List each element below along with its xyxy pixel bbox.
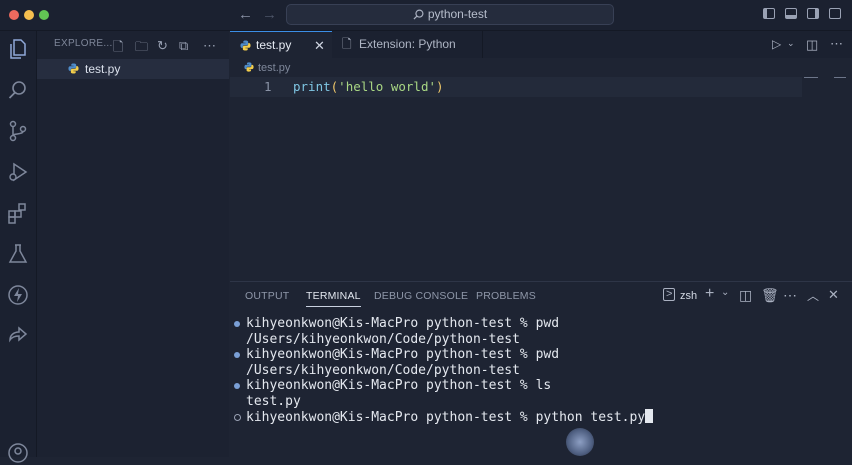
touch-pointer-indicator [566,428,594,456]
editor-area: test.py ✕ 🗋 Extension: Python ▷ ⌄ ◫ ⋯ te… [230,31,852,281]
remote-share-icon[interactable] [6,324,30,348]
tab-problems[interactable]: PROBLEMS [476,290,536,302]
close-tab-icon[interactable]: ✕ [314,32,325,59]
code-function: print [293,79,331,94]
account-icon[interactable] [6,441,30,465]
tab-debug-console[interactable]: DEBUG CONSOLE [374,290,468,302]
run-debug-icon[interactable] [6,160,30,184]
refresh-icon[interactable]: ↻ [157,38,168,54]
code-close-paren: ) [436,79,444,94]
more-actions-icon[interactable]: ⋯ [203,38,217,54]
search-icon[interactable] [6,78,30,102]
terminal-line-text: kihyeonkwon@Kis-MacPro python-test % pwd [246,316,560,331]
extensions-icon[interactable] [6,201,30,225]
terminal-line: kihyeonkwon@Kis-MacPro python-test % pwd [246,316,559,331]
terminal-line: test.py [246,394,301,409]
customize-layout-icon[interactable] [829,8,841,19]
terminal-cursor [645,409,654,423]
terminal-line: kihyeonkwon@Kis-MacPro python-test % pwd [246,347,559,362]
explorer-icon[interactable] [6,37,30,61]
tab-terminal[interactable]: TERMINAL [306,290,361,307]
explorer-sidebar: EXPLORE... 🗋 🗀 ↻ ⧉ ⋯ test.py [37,31,229,457]
terminal-line-text: kihyeonkwon@Kis-MacPro python-test % pyt… [246,410,646,425]
code-text: print('hello world') [293,79,444,94]
editor-tabs: test.py ✕ 🗋 Extension: Python ▷ ⌄ ◫ ⋯ [230,31,852,58]
terminal-line-text: kihyeonkwon@Kis-MacPro python-test % ls [246,378,552,393]
search-text: python-test [427,7,488,21]
close-panel-icon[interactable]: ✕ [828,287,839,303]
breadcrumb[interactable]: test.py [244,62,290,74]
back-arrow-icon[interactable]: ← [238,6,253,23]
document-icon: 🗋 [342,37,352,51]
maximize-panel-chevron-icon[interactable]: ︿ [807,287,819,304]
python-file-icon [68,63,79,74]
python-file-icon [244,62,254,72]
forward-arrow-icon[interactable]: → [262,6,277,23]
split-terminal-icon[interactable]: ◫ [739,287,752,304]
line-number: 1 [264,79,272,94]
code-line[interactable]: 1 print('hello world') [230,77,802,97]
activity-bar [0,31,37,463]
breadcrumb-file: test.py [258,62,291,74]
more-actions-icon[interactable]: ⋯ [830,36,843,52]
minimize-window-button[interactable] [24,10,34,20]
terminal-line: kihyeonkwon@Kis-MacPro python-test % ls [246,378,551,393]
lightning-icon[interactable] [6,283,30,307]
toggle-secondary-sidebar-icon[interactable] [807,8,819,19]
trash-icon[interactable]: 🗑 [761,287,779,304]
more-actions-icon[interactable]: ⋯ [783,287,797,304]
new-terminal-icon[interactable]: + [705,285,714,303]
code-string: 'hello world' [338,79,437,94]
tab-output[interactable]: OUTPUT [245,290,289,302]
minimap[interactable] [804,77,818,78]
command-status-marker[interactable] [234,321,240,327]
tab-label: Extension: Python [359,37,456,51]
terminal-line-text: kihyeonkwon@Kis-MacPro python-test % pwd [246,347,560,362]
maximize-window-button[interactable] [39,10,49,20]
file-item-test-py[interactable]: test.py [37,59,229,79]
terminal-line-text: test.py [246,393,301,409]
toggle-sidebar-icon[interactable] [763,8,775,19]
new-folder-icon[interactable]: 🗀 [135,38,148,60]
command-center-search[interactable]: python-test [286,4,614,25]
new-file-icon[interactable]: 🗋 [113,38,123,60]
testing-flask-icon[interactable] [6,242,30,266]
tab-extension-python[interactable]: 🗋 Extension: Python [332,31,483,58]
command-status-marker[interactable] [234,414,241,421]
terminal-line: /Users/kihyeonkwon/Code/python-test [246,332,520,347]
overview-ruler [834,77,846,78]
terminal-line-text: /Users/kihyeonkwon/Code/python-test [246,362,520,378]
run-options-chevron-icon[interactable]: ⌄ [787,38,795,49]
file-label: test.py [85,62,121,76]
toggle-panel-icon[interactable] [785,8,797,19]
terminal-line: kihyeonkwon@Kis-MacPro python-test % pyt… [246,409,654,425]
search-icon [413,9,424,20]
close-window-button[interactable] [9,10,19,20]
python-file-icon [240,40,251,51]
command-status-marker[interactable] [234,383,240,389]
bottom-panel: OUTPUT TERMINAL DEBUG CONSOLE PROBLEMS >… [230,281,852,458]
shell-name[interactable]: zsh [680,290,697,302]
terminal-line-text: /Users/kihyeonkwon/Code/python-test [246,331,520,347]
title-bar: ← → python-test [0,0,852,31]
tab-test-py[interactable]: test.py ✕ [230,31,332,58]
collapse-all-icon[interactable]: ⧉ [179,38,188,54]
terminal-dropdown-chevron-icon[interactable]: ⌄ [721,287,729,298]
terminal-line: /Users/kihyeonkwon/Code/python-test [246,363,520,378]
split-editor-icon[interactable]: ◫ [806,37,818,53]
run-python-file-icon[interactable]: ▷ [772,37,781,51]
terminal-shell-icon[interactable]: > [663,288,676,301]
explorer-header: EXPLORE... [54,38,113,49]
source-control-icon[interactable] [6,119,30,143]
command-status-marker[interactable] [234,352,240,358]
tab-label: test.py [256,38,292,52]
